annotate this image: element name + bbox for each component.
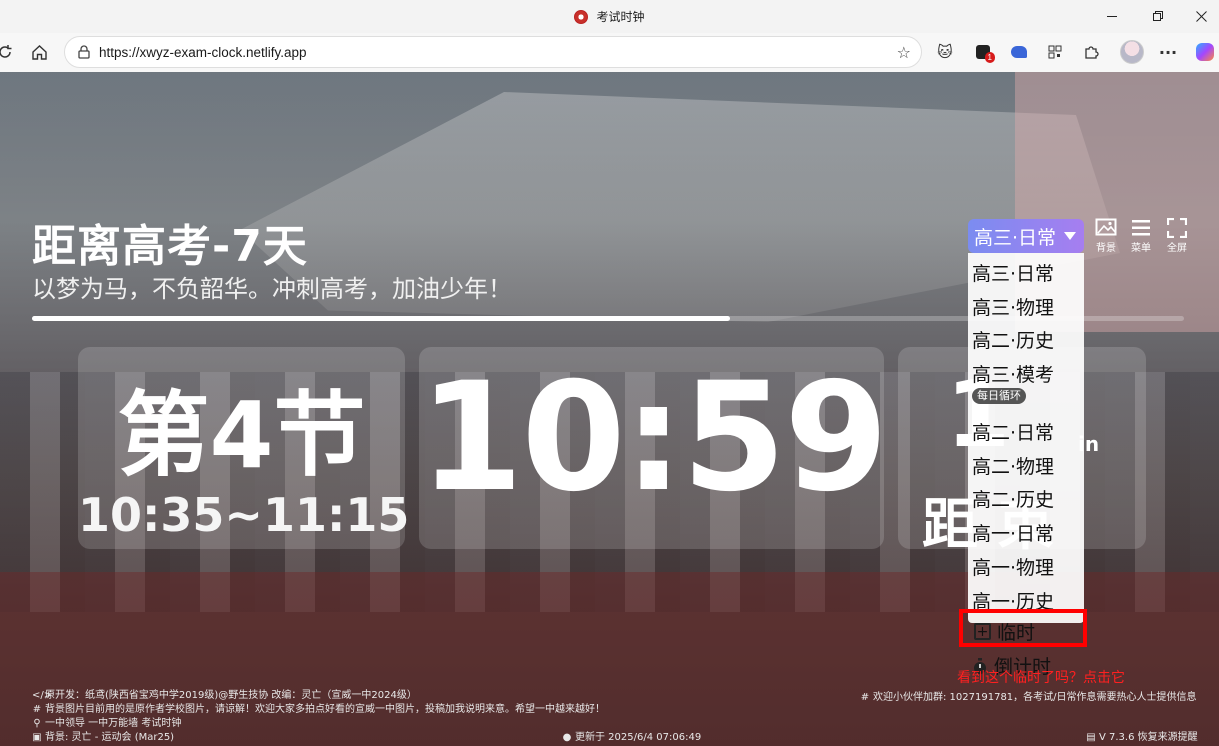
address-bar[interactable]: https://xwyz-exam-clock.netlify.app ☆ bbox=[64, 36, 922, 68]
hint-annotation-text: 看到这个临时了吗？点击它 bbox=[957, 670, 1125, 686]
browser-window: 考试时钟 https://xwyz-exam-clock.netlify.app… bbox=[0, 0, 1219, 746]
clock-card: 10:59 bbox=[419, 347, 888, 549]
title-bar: 考试时钟 bbox=[0, 0, 1219, 33]
schedule-option[interactable]: 高二·历史 bbox=[972, 485, 1054, 512]
daily-loop-tag: 每日循环 bbox=[972, 388, 1026, 404]
day-progress-fill bbox=[32, 316, 731, 321]
current-time: 10:59 bbox=[419, 351, 888, 525]
footer-updated-text: 更新于 2025/6/4 07:06:49 bbox=[575, 732, 702, 743]
menu-button[interactable]: 菜单 bbox=[1124, 218, 1158, 258]
schedule-selected-value: 高三·日常 bbox=[974, 226, 1057, 249]
background-button-label: 背景 bbox=[1096, 243, 1116, 254]
bird-extension-icon bbox=[1011, 46, 1027, 58]
schedule-option[interactable]: 高二·历史 bbox=[972, 326, 1054, 353]
profile-avatar[interactable] bbox=[1120, 40, 1144, 64]
window-title-group: 考试时钟 bbox=[574, 8, 645, 25]
qr-code-icon bbox=[1048, 45, 1062, 59]
countdown-title: 距离高考-7天 bbox=[32, 221, 308, 272]
more-menu-button[interactable]: ··· bbox=[1157, 41, 1179, 63]
extension-bird-button[interactable] bbox=[1008, 41, 1030, 63]
highlight-annotation-box bbox=[959, 609, 1087, 647]
current-period-card: 第4节 10:35~11:15 bbox=[78, 347, 410, 549]
site-favicon-icon bbox=[574, 9, 589, 24]
extension-badge-button[interactable]: 1 bbox=[972, 41, 995, 63]
footer-recruit: # 欢迎小伙伴加群: 1027191781，各考试/日常作息需要热心人士提供信息 bbox=[860, 688, 1197, 703]
more-dots-icon: ··· bbox=[1158, 42, 1178, 62]
schedule-option[interactable]: 高二·物理 bbox=[972, 452, 1054, 479]
refresh-icon bbox=[0, 45, 12, 58]
footer-bg-credit: ▣ 背景: 灵亡 - 运动会 (Mar25) bbox=[32, 728, 174, 743]
window-title: 考试时钟 bbox=[596, 10, 645, 24]
github-icon: ● bbox=[562, 732, 572, 743]
url-text[interactable]: https://xwyz-exam-clock.netlify.app bbox=[99, 45, 307, 60]
period-label: 第4节 bbox=[117, 382, 366, 489]
motto-subtitle: 以梦为马，不负韶华。冲刺高考，加油少年！ bbox=[32, 275, 512, 303]
minimize-icon bbox=[1106, 16, 1117, 17]
extension-qr-button[interactable] bbox=[1044, 41, 1066, 63]
restore-icon bbox=[1152, 11, 1163, 21]
schedule-option[interactable]: 高三·日常 bbox=[972, 259, 1054, 286]
fullscreen-icon bbox=[1167, 218, 1187, 238]
footer-version[interactable]: ▤ V 7.3.6 恢复来源提醒 bbox=[1086, 728, 1198, 743]
favorite-star-icon[interactable]: ☆ bbox=[897, 43, 911, 62]
extensions-button[interactable] bbox=[1080, 41, 1102, 63]
fullscreen-button[interactable]: 全屏 bbox=[1160, 218, 1194, 258]
home-button[interactable] bbox=[28, 41, 50, 63]
extension-cat-button[interactable]: 🐱 bbox=[934, 41, 956, 63]
schedule-dropdown-list: 高三·日常 高三·物理 高二·历史 高三·模考 每日循环 高二·日常 高二·物理… bbox=[968, 253, 1084, 623]
copilot-button[interactable] bbox=[1194, 41, 1216, 63]
schedule-option[interactable]: 高二·日常 bbox=[972, 418, 1054, 445]
puzzle-icon bbox=[1085, 46, 1099, 59]
picture-icon: ▣ bbox=[32, 732, 42, 743]
footer-version-text: V 7.3.6 恢复来源提醒 bbox=[1099, 732, 1198, 743]
footer-bg-credit-text: 背景: 灵亡 - 运动会 (Mar25) bbox=[45, 732, 175, 743]
extension-icon: 1 bbox=[976, 45, 995, 63]
footer-org-links[interactable]: ⚲ 一中领导 一中万能墙 考试时钟 bbox=[32, 714, 181, 729]
file-icon: ▤ bbox=[1086, 732, 1096, 743]
close-button[interactable] bbox=[1178, 0, 1219, 33]
schedule-option[interactable]: 高一·日常 bbox=[972, 519, 1054, 546]
schedule-option[interactable]: 高一·物理 bbox=[972, 553, 1054, 580]
footer-recruit-text: 欢迎小伙伴加群: 1027191781，各考试/日常作息需要热心人士提供信息 bbox=[873, 692, 1197, 703]
schedule-select[interactable]: 高三·日常 bbox=[968, 219, 1084, 253]
fullscreen-button-label: 全屏 bbox=[1167, 243, 1187, 254]
schedule-option[interactable]: 高三·模考 bbox=[972, 360, 1054, 387]
home-icon bbox=[31, 45, 47, 60]
footer-dev-credit: </>原开发：纸鸢(陕西省宝鸡中学2019级)@野生技协 改编：灵亡（宣威一中2… bbox=[32, 686, 417, 701]
restore-button[interactable] bbox=[1135, 0, 1181, 33]
lock-icon bbox=[77, 45, 91, 59]
close-icon bbox=[1195, 11, 1207, 22]
footer-bg-note: # 背景图片目前用的是原作者学校图片，请谅解！欢迎大家多拍点好看的宣威一中图片，投… bbox=[32, 700, 605, 715]
schedule-option[interactable]: 高三·物理 bbox=[972, 293, 1054, 320]
browser-toolbar: https://xwyz-exam-clock.netlify.app ☆ 🐱 … bbox=[0, 33, 1219, 72]
refresh-button[interactable] bbox=[0, 41, 16, 63]
background-button[interactable]: 背景 bbox=[1089, 218, 1123, 258]
copilot-icon bbox=[1196, 43, 1214, 61]
menu-button-label: 菜单 bbox=[1131, 243, 1151, 254]
footer-updated[interactable]: ● 更新于 2025/6/4 07:06:49 bbox=[562, 728, 702, 743]
cat-extension-icon: 🐱 bbox=[937, 43, 953, 61]
extension-badge-count: 1 bbox=[984, 52, 995, 63]
hamburger-menu-icon bbox=[1132, 220, 1150, 236]
minimize-button[interactable] bbox=[1089, 0, 1135, 33]
image-icon bbox=[1095, 218, 1117, 236]
hashtag-icon: # bbox=[860, 692, 870, 703]
chevron-down-icon bbox=[1064, 232, 1077, 240]
exam-clock-page: 距离高考-7天 以梦为马，不负韶华。冲刺高考，加油少年！ 第4节 10:35~1… bbox=[0, 72, 1219, 746]
period-time-range: 10:35~11:15 bbox=[78, 488, 410, 542]
